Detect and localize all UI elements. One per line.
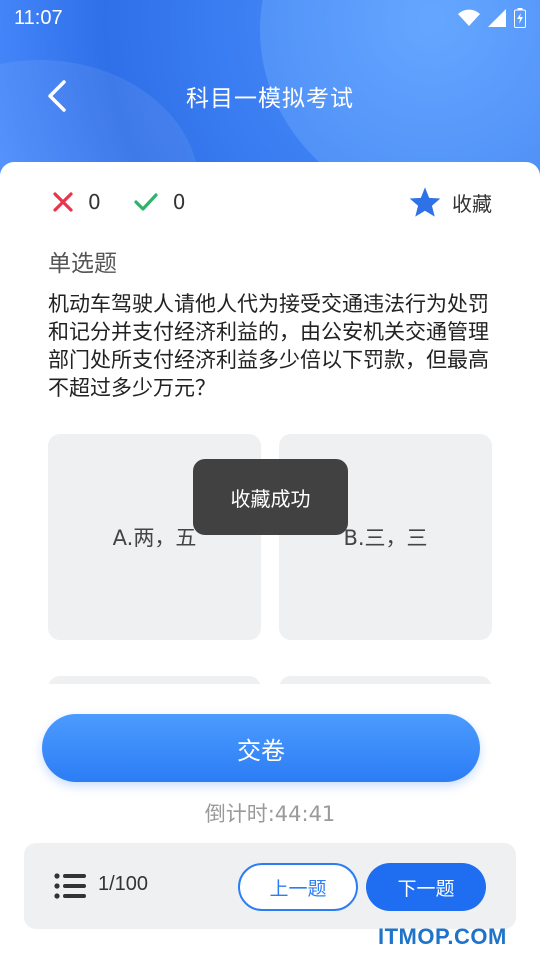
nav-bar: 科目一模拟考试 (0, 66, 540, 126)
toast-text: 收藏成功 (230, 486, 311, 511)
right-count-value: 0 (172, 190, 186, 214)
signal-icon (488, 9, 506, 27)
option-a-label: A.两，五 (112, 526, 197, 550)
option-b-label: B.三，三 (343, 526, 428, 550)
back-button[interactable] (36, 76, 76, 116)
status-icons (458, 8, 526, 28)
bottom-bar: 1/100 上一题 下一题 (24, 843, 516, 929)
favorite-button[interactable]: 收藏 (408, 186, 492, 218)
star-icon (409, 187, 441, 217)
wifi-icon (458, 9, 480, 26)
submit-label: 交卷 (237, 736, 285, 765)
favorite-label: 收藏 (452, 191, 492, 216)
question-progress: 1/100 (98, 873, 149, 895)
status-bar: 11:07 (0, 0, 540, 36)
question-type: 单选题 (48, 251, 117, 277)
next-label: 下一题 (397, 877, 455, 900)
score-row: 0 0 收藏 (52, 186, 492, 218)
question-text: 机动车驾驶人请他人代为接受交通违法行为处罚和记分并支付经济利益的，由公安机关交通… (48, 292, 489, 400)
wrong-count-value: 0 (88, 190, 101, 214)
page-title: 科目一模拟考试 (186, 86, 354, 112)
list-icon[interactable] (54, 873, 86, 899)
submit-button[interactable]: 交卷 (42, 714, 480, 782)
prev-question-button[interactable]: 上一题 (238, 863, 358, 911)
right-count: 0 (133, 190, 186, 214)
chevron-left-icon (48, 80, 66, 112)
status-time: 11:07 (14, 6, 63, 29)
cross-icon (53, 192, 73, 212)
toast: 收藏成功 (193, 459, 348, 535)
watermark: ITMOP.COM (378, 924, 507, 949)
prev-label: 上一题 (269, 877, 327, 900)
battery-icon (514, 8, 526, 28)
check-icon (134, 193, 158, 211)
wrong-count: 0 (52, 190, 101, 214)
next-question-button[interactable]: 下一题 (366, 863, 486, 911)
countdown: 倒计时:44:41 (204, 802, 336, 826)
